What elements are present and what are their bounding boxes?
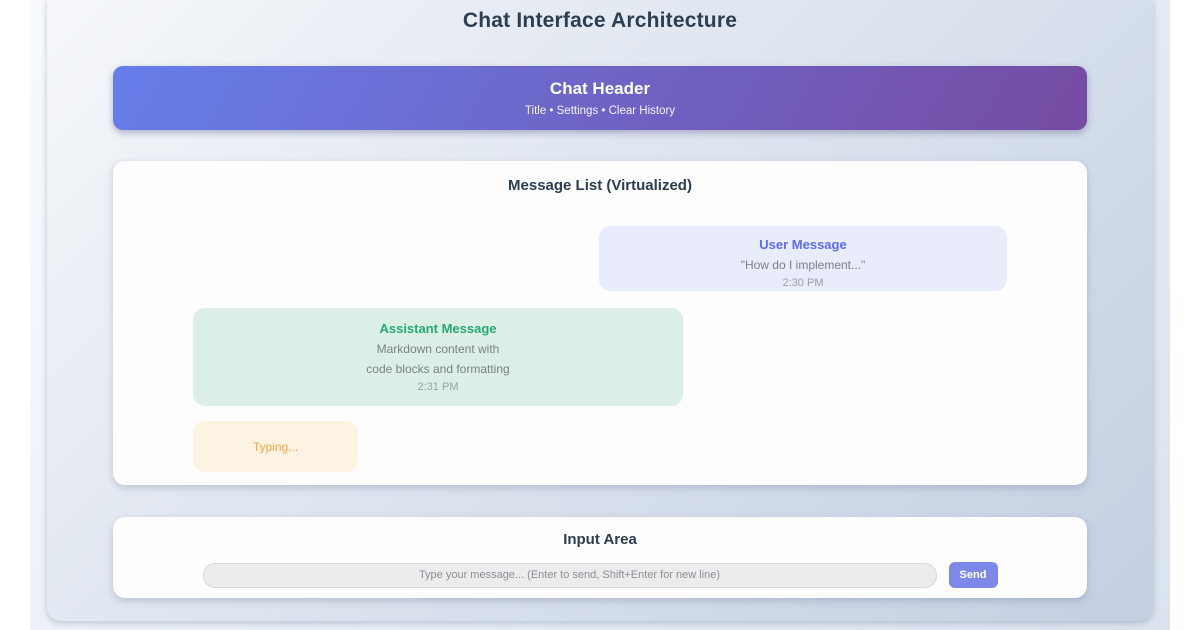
assistant-message-content-line1: Markdown content with — [193, 342, 683, 356]
message-list-title: Message List (Virtualized) — [193, 177, 1007, 194]
page-background: Chat Interface Architecture Chat Header … — [30, 0, 1170, 630]
send-button[interactable]: Send — [949, 562, 998, 588]
chat-header-title: Chat Header — [550, 79, 650, 99]
chat-header-subtitle: Title • Settings • Clear History — [525, 105, 675, 117]
user-message-content: "How do I implement..." — [599, 258, 1007, 272]
user-message-title: User Message — [599, 237, 1007, 252]
page-title: Chat Interface Architecture — [113, 0, 1087, 33]
input-area-title: Input Area — [113, 531, 1087, 548]
input-row: Send — [113, 562, 1087, 588]
user-message-bubble: User Message "How do I implement..." 2:3… — [599, 226, 1007, 291]
assistant-message-bubble: Assistant Message Markdown content with … — [193, 308, 683, 406]
user-message-timestamp: 2:30 PM — [599, 277, 1007, 289]
assistant-message-content-line2: code blocks and formatting — [193, 362, 683, 376]
message-list-panel: Message List (Virtualized) User Message … — [113, 161, 1087, 485]
typing-indicator-label: Typing... — [253, 440, 298, 454]
message-input[interactable] — [203, 563, 937, 588]
typing-indicator-bubble: Typing... — [193, 421, 358, 472]
assistant-message-title: Assistant Message — [193, 321, 683, 336]
chat-header-block: Chat Header Title • Settings • Clear His… — [113, 66, 1087, 130]
assistant-message-timestamp: 2:31 PM — [193, 381, 683, 393]
diagram-canvas: Chat Interface Architecture Chat Header … — [47, 0, 1153, 621]
input-area-panel: Input Area Send — [113, 517, 1087, 598]
